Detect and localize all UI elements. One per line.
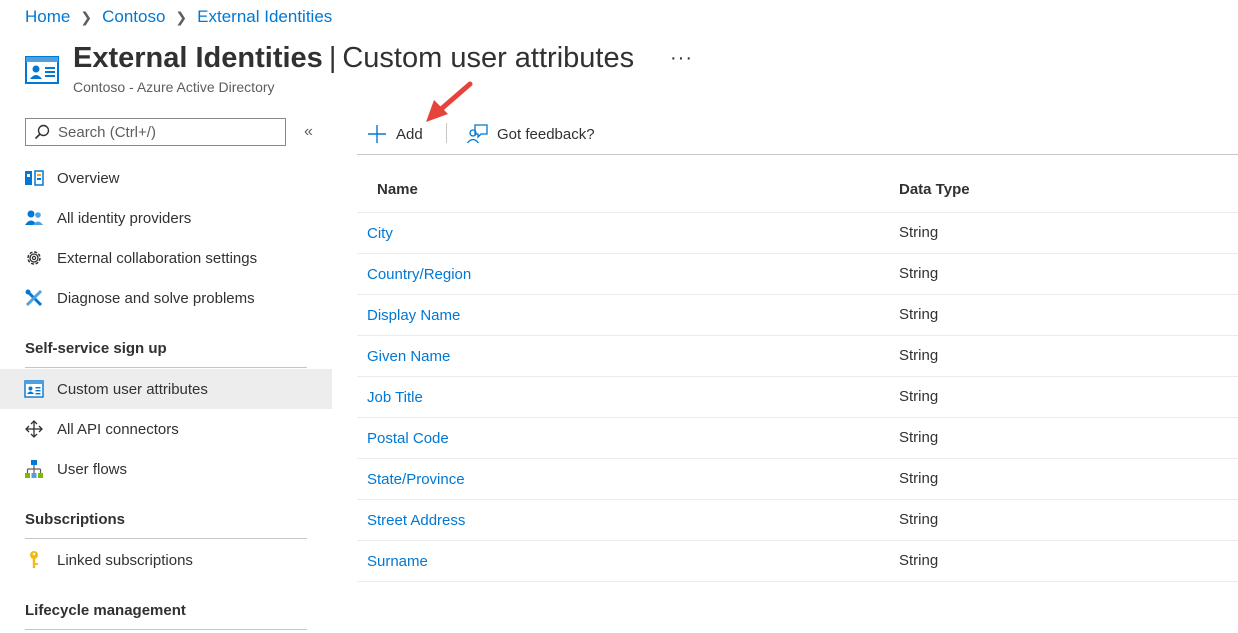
collapse-menu-button[interactable]: « [304,123,313,141]
nav-divider [25,538,307,539]
table-row: City String [357,213,1238,254]
attribute-data-type: String [899,265,939,282]
attribute-data-type: String [899,552,939,569]
nav-divider [25,367,307,368]
add-button[interactable]: Add [367,115,423,153]
attributes-table: Name Data Type City String Country/Region… [357,168,1238,582]
chevron-right-icon: ❯ [175,8,188,25]
page-title: External Identities | Custom user attribut… [73,42,635,74]
table-row: Job Title String [357,377,1238,418]
sidebar-item-user-flows[interactable]: User flows [0,449,332,489]
plus-icon [367,124,387,144]
table-row: Given Name String [357,336,1238,377]
breadcrumb-external-identities[interactable]: External Identities [197,7,332,27]
table-row: Country/Region String [357,254,1238,295]
table-row: Street Address String [357,500,1238,541]
wrench-icon [24,288,44,308]
user-card-icon [24,379,44,399]
sidebar-item-all-identity-providers[interactable]: All identity providers [0,198,332,238]
attribute-name-link[interactable]: City [367,225,393,242]
command-bar: Add Got feedback? [357,115,1238,155]
search-box[interactable] [25,118,286,146]
move-arrows-icon [24,419,44,439]
gear-icon [24,248,44,268]
attribute-data-type: String [899,306,939,323]
search-input[interactable] [56,122,280,142]
table-row: Surname String [357,541,1238,582]
sidebar-item-linked-subscriptions[interactable]: Linked subscriptions [0,540,332,580]
column-header-name[interactable]: Name [377,181,418,198]
table-row: Postal Code String [357,418,1238,459]
attribute-name-link[interactable]: Display Name [367,307,460,324]
attribute-name-link[interactable]: Country/Region [367,266,471,283]
nav-section-subscriptions: Subscriptions [25,511,126,528]
got-feedback-button[interactable]: Got feedback? [466,115,595,153]
overview-icon [24,168,44,188]
table-header: Name Data Type [357,168,1238,213]
attribute-data-type: String [899,224,939,241]
annotation-arrow-icon [426,81,473,122]
chevron-right-icon: ❯ [80,8,93,25]
user-flows-icon [24,459,44,479]
user-card-icon [25,56,59,84]
sidebar-item-all-api-connectors[interactable]: All API connectors [0,409,332,449]
attribute-name-link[interactable]: Postal Code [367,430,449,447]
sidebar-item-overview[interactable]: Overview [0,158,332,198]
sidebar-item-diagnose-and-solve-problems[interactable]: Diagnose and solve problems [0,278,332,318]
table-row: Display Name String [357,295,1238,336]
attribute-data-type: String [899,429,939,446]
attribute-data-type: String [899,470,939,487]
attribute-name-link[interactable]: Given Name [367,348,450,365]
column-header-data-type[interactable]: Data Type [899,181,970,198]
attribute-name-link[interactable]: Street Address [367,512,465,529]
attribute-data-type: String [899,347,939,364]
sidebar-item-custom-user-attributes[interactable]: Custom user attributes [0,369,332,409]
attribute-name-link[interactable]: Surname [367,553,428,570]
key-icon [24,550,44,570]
more-options-button[interactable]: ··· [670,47,693,70]
attribute-data-type: String [899,511,939,528]
sidebar-item-external-collaboration-settings[interactable]: External collaboration settings [0,238,332,278]
breadcrumb-home[interactable]: Home [25,7,70,27]
attribute-data-type: String [899,388,939,405]
nav-divider [25,629,307,630]
search-icon [34,124,50,140]
nav-section-self-service-sign-up: Self-service sign up [25,340,167,357]
page-subtitle: Contoso - Azure Active Directory [73,79,275,95]
breadcrumb-contoso[interactable]: Contoso [102,7,165,27]
table-row: State/Province String [357,459,1238,500]
nav-section-lifecycle-management: Lifecycle management [25,602,186,619]
identity-providers-icon [24,208,44,228]
attribute-name-link[interactable]: State/Province [367,471,465,488]
attribute-name-link[interactable]: Job Title [367,389,423,406]
breadcrumb: Home ❯ Contoso ❯ External Identities [25,6,332,28]
